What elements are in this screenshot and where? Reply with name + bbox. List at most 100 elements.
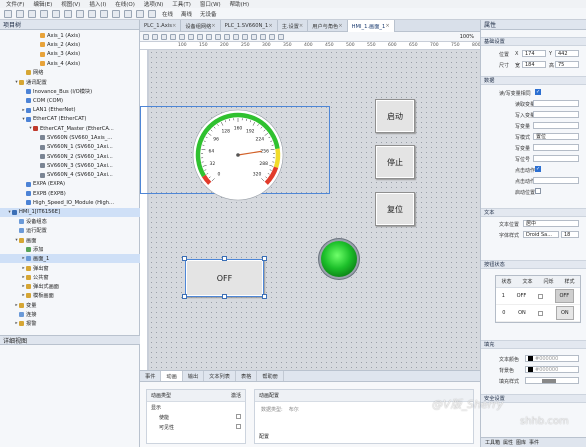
open-icon[interactable] [16,9,24,18]
inspector-tab[interactable]: 输出 [183,371,205,381]
font-select[interactable]: Droid Sa... [523,231,559,238]
close-icon[interactable]: × [268,23,272,29]
close-icon[interactable]: × [211,23,215,29]
copy-icon[interactable] [76,9,84,18]
blink-checkbox[interactable] [538,310,544,316]
menu-item[interactable]: 工具(T) [172,0,191,8]
tree-item[interactable]: ▸ 报警 [0,319,140,328]
w-input[interactable]: 184 [522,61,546,68]
tree-item[interactable]: 运行配置 [0,226,140,235]
send-back-icon[interactable] [242,33,248,40]
zoom-level[interactable]: 100% [460,34,480,40]
snap-icon[interactable] [278,33,284,40]
align-bottom-icon[interactable] [188,33,194,40]
toggle-button[interactable]: OFF [185,259,264,297]
new-icon[interactable] [4,9,12,18]
paste-icon[interactable] [88,9,96,18]
data-row-input[interactable] [533,144,579,151]
group-icon[interactable] [251,33,257,40]
upload-icon[interactable] [124,9,132,18]
tree-item[interactable]: SV660N_3 (SV660_1Axi... [0,161,140,170]
state-row[interactable]: 0 ON ON [496,305,580,322]
tree-item[interactable]: 设备组态 [0,217,140,226]
menu-item[interactable]: 在线(O) [115,0,135,8]
save-icon[interactable] [28,9,36,18]
animation-row[interactable]: 使能 [147,412,245,422]
start-sim-icon[interactable] [136,9,144,18]
right-bottom-tab[interactable]: 图库 [516,439,526,446]
section-fill[interactable]: 填充 [481,340,586,349]
distribute-h-icon[interactable] [197,33,203,40]
text-align-select[interactable]: 居中 [523,220,579,227]
tree-item[interactable]: SV660N_4 (SV660_1Axi... [0,170,140,179]
tree-item[interactable]: EXPA (EXPA) [0,180,140,189]
menu-item[interactable]: 编辑(E) [33,0,52,8]
font-size-select[interactable]: 18 [561,231,579,238]
tree-item[interactable]: ▸ 画面_1 [0,254,140,264]
editor-tab[interactable]: HMI_1.画面_1 × [347,20,395,32]
inspector-tab[interactable]: 文本列表 [204,371,236,381]
active-checkbox[interactable] [236,413,241,419]
tree-item[interactable]: Axis_2 (Axis) [0,40,140,49]
close-icon[interactable]: × [172,23,176,29]
tree-item[interactable]: ▸ 弹出式画面 [0,282,140,291]
distribute-v-icon[interactable] [206,33,212,40]
section-geometry[interactable]: 基础设置 [481,37,586,46]
section-data[interactable]: 数据 [481,76,586,85]
align-right-icon[interactable] [161,33,167,40]
compile-icon[interactable] [100,9,108,18]
animation-row[interactable]: 显示 [147,402,245,412]
online-button[interactable]: 在线 [160,10,175,18]
data-row-input[interactable] [533,155,579,162]
tree-item[interactable]: High_Speed_IO_Module (High... [0,198,140,207]
bring-front-icon[interactable] [233,33,239,40]
grid-icon[interactable] [269,33,275,40]
tree-item[interactable]: SV660N_2 (SV660_1Axi... [0,152,140,161]
tree-item[interactable]: ▾ HMI_1[IT6156E] [0,207,140,217]
menu-item[interactable]: 视图(V) [61,0,80,8]
fill-style-select[interactable] [525,377,579,384]
data-row-input[interactable] [533,122,579,129]
download-icon[interactable] [112,9,120,18]
tree-item[interactable]: 添加 [0,245,140,254]
menu-item[interactable]: 窗口(W) [200,0,221,8]
resize-handle-br[interactable] [262,294,267,299]
inspector-tab[interactable]: 帮助册 [257,371,284,381]
tree-item[interactable]: SV660N (SV660_1Axis_... [0,133,140,142]
inspector-tab[interactable]: 动画 [161,371,183,381]
text-color-input[interactable]: #000000 [525,355,579,362]
animation-row[interactable]: 可见性 [147,422,245,432]
align-top-icon[interactable] [170,33,176,40]
stop-sim-icon[interactable] [148,9,156,18]
close-icon[interactable]: × [299,23,303,29]
resize-handle-tr[interactable] [262,256,267,261]
ungroup-icon[interactable] [260,33,266,40]
reset-button[interactable]: 复位 [375,192,415,226]
state-style-preview[interactable]: OFF [554,289,575,303]
tree-item[interactable]: Inovance_Bus (I/O模块) [0,87,140,96]
editor-tab[interactable]: 主.设置 × [278,20,309,32]
align-left-icon[interactable] [143,33,149,40]
indicator-lamp[interactable] [321,241,357,277]
tree-item[interactable]: COM (COM) [0,96,140,105]
same-height-icon[interactable] [224,33,230,40]
tree-item[interactable]: ▸ LAN1 (EtherNet) [0,105,140,114]
right-bottom-tab[interactable]: 属性 [503,439,513,446]
tree-item[interactable]: ▸ 公共窗 [0,273,140,282]
editor-tab[interactable]: PLC_1.SV660N_1 × [221,20,278,32]
inspector-tab[interactable]: 表格 [236,371,258,381]
data-type-value[interactable]: 布尔 [289,406,299,413]
editor-tab[interactable]: PLC_1.Axis × [140,20,182,32]
menu-item[interactable]: 插入(I) [89,0,106,8]
cut-icon[interactable] [64,9,72,18]
tree-item[interactable]: ▾ EtherCAT (EtherCAT) [0,115,140,124]
editor-tab[interactable]: 设备组网络 × [181,20,221,32]
hmi-canvas[interactable]: 0 32 64 96 128 160 192 224 256 288 320 启动 停止 复位 OF… [140,50,480,370]
tree-item[interactable]: ▸ 模板画面 [0,291,140,300]
tree-item[interactable]: ▾ 通讯配置 [0,77,140,86]
tree-item[interactable]: SV660N_1 (SV660_1Axi... [0,143,140,152]
section-states[interactable]: 按钮状态 [481,260,586,269]
tree-item[interactable]: Axis_3 (Axis) [0,50,140,59]
tree-item[interactable]: Axis_1 (Axis) [0,31,140,40]
x-input[interactable]: 174 [522,50,546,57]
